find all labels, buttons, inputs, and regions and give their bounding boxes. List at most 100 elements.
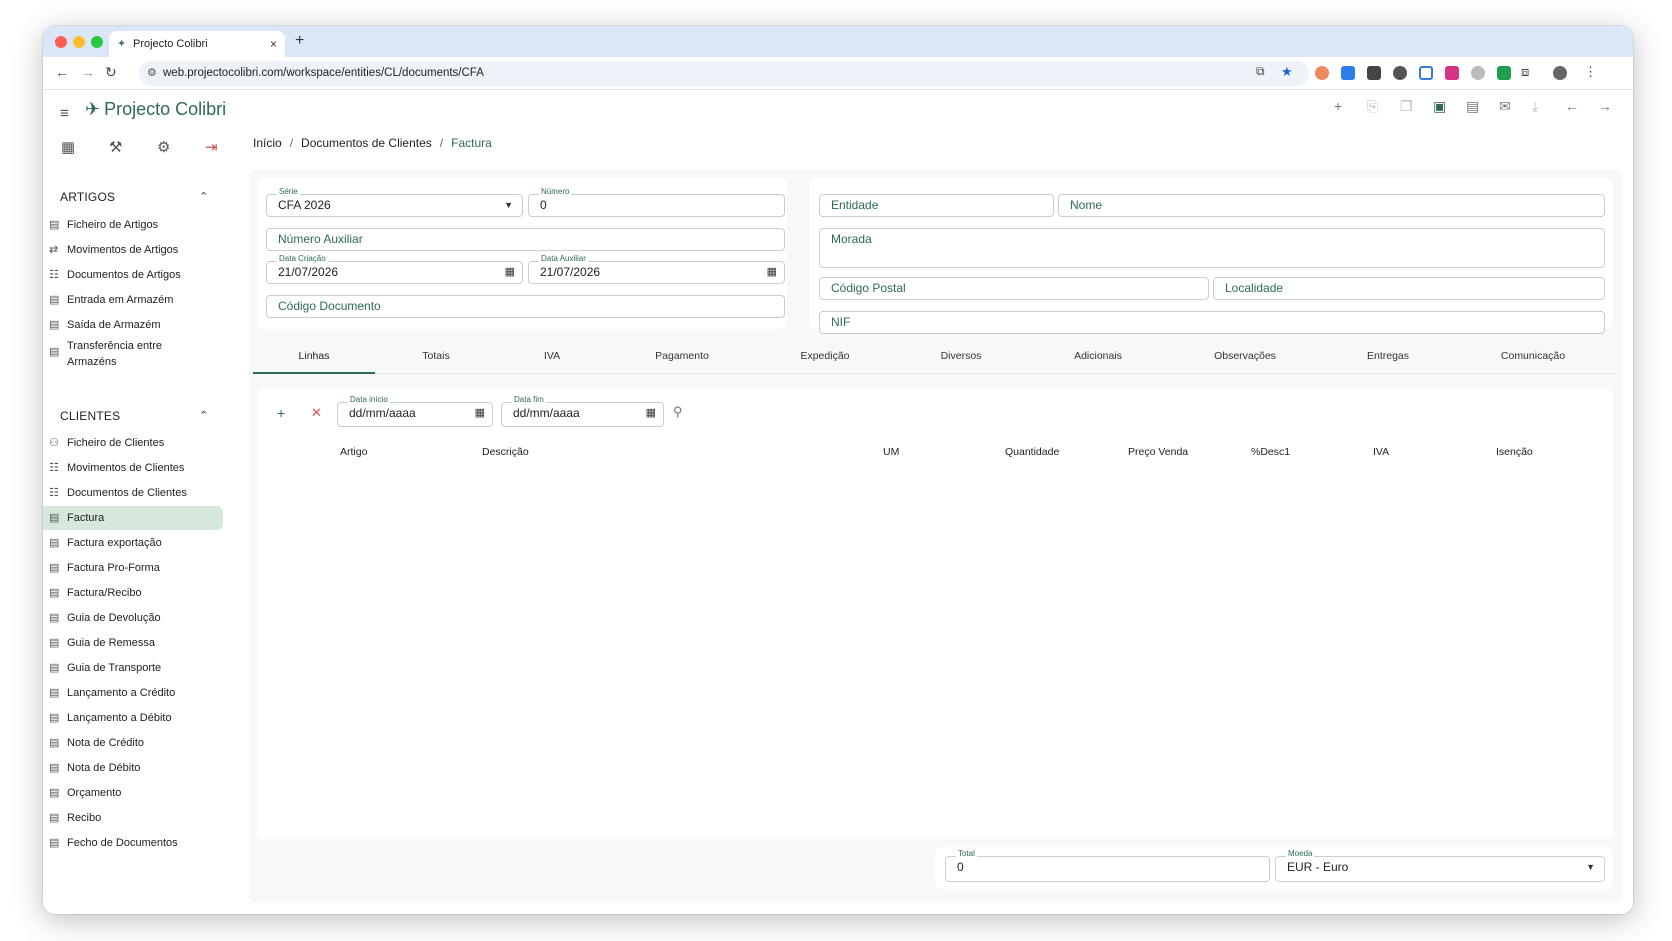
codigo-postal-field[interactable]: Código Postal xyxy=(819,277,1209,300)
menu-toggle-icon[interactable]: ≡ xyxy=(60,105,69,122)
extension-7-icon[interactable] xyxy=(1471,66,1485,80)
new-tab-button[interactable]: + xyxy=(295,32,304,50)
reload-icon[interactable]: ↻ xyxy=(105,64,117,81)
tools-icon[interactable]: ⚒ xyxy=(109,138,122,156)
sidebar-item-guia-remessa[interactable]: ▤ Guia de Remessa xyxy=(43,631,223,655)
sidebar-item-fecho-documentos[interactable]: ▤ Fecho de Documentos xyxy=(43,831,223,855)
sidebar-item-transferencia-armazens[interactable]: ▤ Transferência entre Armazéns xyxy=(43,335,193,371)
tab-pagamento[interactable]: Pagamento xyxy=(607,346,757,374)
sidebar-item-ficheiro-clientes[interactable]: ⚇ Ficheiro de Clientes xyxy=(43,431,223,455)
extensions-puzzle-icon[interactable]: ⧈ xyxy=(1521,64,1529,80)
sidebar-item-documentos-clientes[interactable]: ☷ Documentos de Clientes xyxy=(43,481,223,505)
address-bar[interactable]: ⚙ web.projectocolibri.com/workspace/enti… xyxy=(139,61,1309,86)
calendar-icon[interactable]: ▦ xyxy=(505,262,515,283)
calendar-icon[interactable]: ▦ xyxy=(767,262,777,283)
chevron-up-icon[interactable]: ⌃ xyxy=(199,409,208,422)
morada-textarea[interactable]: Morada xyxy=(819,228,1605,268)
copy-document-icon[interactable]: ⎘ xyxy=(1367,98,1378,115)
save-icon[interactable]: ▣ xyxy=(1433,98,1446,115)
tab-expedicao[interactable]: Expedição xyxy=(757,346,893,374)
breadcrumb-home[interactable]: Início xyxy=(253,136,282,150)
profile-avatar[interactable] xyxy=(1553,66,1567,80)
install-app-icon[interactable]: ⧉ xyxy=(1256,64,1265,79)
tab-entregas[interactable]: Entregas xyxy=(1323,346,1453,374)
tab-diversos[interactable]: Diversos xyxy=(893,346,1029,374)
tab-iva[interactable]: IVA xyxy=(497,346,607,374)
browser-tab[interactable]: ✦ Projecto Colibri × xyxy=(109,31,285,57)
sidebar-item-factura-recibo[interactable]: ▤ Factura/Recibo xyxy=(43,581,223,605)
extension-3-icon[interactable] xyxy=(1367,66,1381,80)
forward-icon[interactable]: → xyxy=(81,64,95,80)
moeda-select[interactable]: Moeda EUR - Euro ▼ xyxy=(1275,849,1605,882)
tab-close-icon[interactable]: × xyxy=(270,31,277,57)
tab-linhas[interactable]: Linhas xyxy=(253,346,375,374)
clientes-section-header[interactable]: CLIENTES ⌃ xyxy=(60,409,208,423)
column-descricao[interactable]: Descrição xyxy=(482,446,529,458)
download-icon[interactable]: ⤓ xyxy=(1532,98,1538,115)
sidebar-item-saida-armazem[interactable]: ▤ Saída de Armazém xyxy=(43,313,223,337)
extension-4-icon[interactable] xyxy=(1393,66,1407,80)
column-preco-venda[interactable]: Preço Venda xyxy=(1128,446,1188,458)
pdf-icon[interactable]: ▤ xyxy=(1466,98,1479,115)
search-icon[interactable]: ⚲ xyxy=(673,404,683,420)
bookmark-star-icon[interactable]: ★ xyxy=(1281,64,1293,80)
new-document-icon[interactable]: + xyxy=(1334,98,1342,114)
sidebar-item-factura[interactable]: ▤ Factura xyxy=(43,506,223,530)
delete-line-icon[interactable]: ✕ xyxy=(311,405,322,421)
numero-auxiliar-field[interactable]: Número Auxiliar xyxy=(266,228,785,251)
settings-icon[interactable]: ⚙ xyxy=(157,138,170,156)
extension-8-icon[interactable] xyxy=(1497,66,1511,80)
tab-observacoes[interactable]: Observações xyxy=(1167,346,1323,374)
extension-download-icon[interactable] xyxy=(1341,66,1355,80)
link-extension-icon[interactable] xyxy=(1419,66,1433,80)
logout-icon[interactable]: ⇥ xyxy=(205,138,218,156)
column-iva[interactable]: IVA xyxy=(1373,446,1389,458)
tab-adicionais[interactable]: Adicionais xyxy=(1029,346,1167,374)
column-artigo[interactable]: Artigo xyxy=(340,446,367,458)
calendar-icon[interactable]: ▦ xyxy=(475,403,485,424)
nif-field[interactable]: NIF xyxy=(819,311,1605,334)
sidebar-item-orcamento[interactable]: ▤ Orçamento xyxy=(43,781,223,805)
column-desc1[interactable]: %Desc1 xyxy=(1251,446,1290,458)
sidebar-item-factura-exportacao[interactable]: ▤ Factura exportação xyxy=(43,531,223,555)
next-icon[interactable]: → xyxy=(1598,98,1612,114)
artigos-section-header[interactable]: ARTIGOS ⌃ xyxy=(60,190,208,204)
sidebar-item-nota-debito[interactable]: ▤ Nota de Débito xyxy=(43,756,223,780)
sidebar-item-lancamento-credito[interactable]: ▤ Lançamento a Crédito xyxy=(43,681,223,705)
sidebar-item-entrada-armazem[interactable]: ▤ Entrada em Armazém xyxy=(43,288,223,312)
site-settings-icon[interactable]: ⚙ xyxy=(147,61,157,86)
sidebar-item-factura-pro-forma[interactable]: ▤ Factura Pro-Forma xyxy=(43,556,223,580)
calendar-icon[interactable]: ▦ xyxy=(646,403,656,424)
extension-6-icon[interactable] xyxy=(1445,66,1459,80)
column-um[interactable]: UM xyxy=(883,446,899,458)
minimize-window-button[interactable] xyxy=(73,36,85,48)
browser-menu-icon[interactable]: ⋮ xyxy=(1584,64,1597,80)
chevron-up-icon[interactable]: ⌃ xyxy=(199,190,208,203)
previous-icon[interactable]: ← xyxy=(1565,98,1579,114)
sidebar-item-movimentos-clientes[interactable]: ☷ Movimentos de Clientes xyxy=(43,456,223,480)
breadcrumb-documentos-clientes[interactable]: Documentos de Clientes xyxy=(301,136,432,150)
duplicate-icon[interactable]: ❐ xyxy=(1400,98,1413,115)
close-window-button[interactable] xyxy=(55,36,67,48)
data-criacao-field[interactable]: Data Criação 21/07/2026 ▦ xyxy=(266,254,523,284)
column-isencao[interactable]: Isenção xyxy=(1496,446,1533,458)
data-inicio-field[interactable]: Data início dd/mm/aaaa ▦ xyxy=(337,395,493,427)
codigo-documento-field[interactable]: Código Documento xyxy=(266,295,785,318)
sidebar-item-recibo[interactable]: ▤ Recibo xyxy=(43,806,223,830)
email-icon[interactable]: ✉ xyxy=(1499,98,1511,115)
sidebar-item-movimentos-artigos[interactable]: ⇄ Movimentos de Artigos xyxy=(43,238,223,262)
maximize-window-button[interactable] xyxy=(91,36,103,48)
add-line-icon[interactable]: + xyxy=(277,405,285,421)
dashboard-icon[interactable]: ▦ xyxy=(61,138,75,156)
app-logo[interactable]: ✈ Projecto Colibri xyxy=(85,99,226,120)
tab-totais[interactable]: Totais xyxy=(375,346,497,374)
data-fim-field[interactable]: Data fim dd/mm/aaaa ▦ xyxy=(501,395,664,427)
back-icon[interactable]: ← xyxy=(55,64,69,80)
sidebar-item-ficheiro-artigos[interactable]: ▤ Ficheiro de Artigos xyxy=(43,213,223,237)
entidade-field[interactable]: Entidade xyxy=(819,194,1054,217)
serie-select[interactable]: Série CFA 2026 ▼ xyxy=(266,187,523,217)
nome-field[interactable]: Nome xyxy=(1058,194,1605,217)
extension-1-icon[interactable] xyxy=(1315,66,1329,80)
sidebar-item-documentos-artigos[interactable]: ☷ Documentos de Artigos xyxy=(43,263,223,287)
localidade-field[interactable]: Localidade xyxy=(1213,277,1605,300)
